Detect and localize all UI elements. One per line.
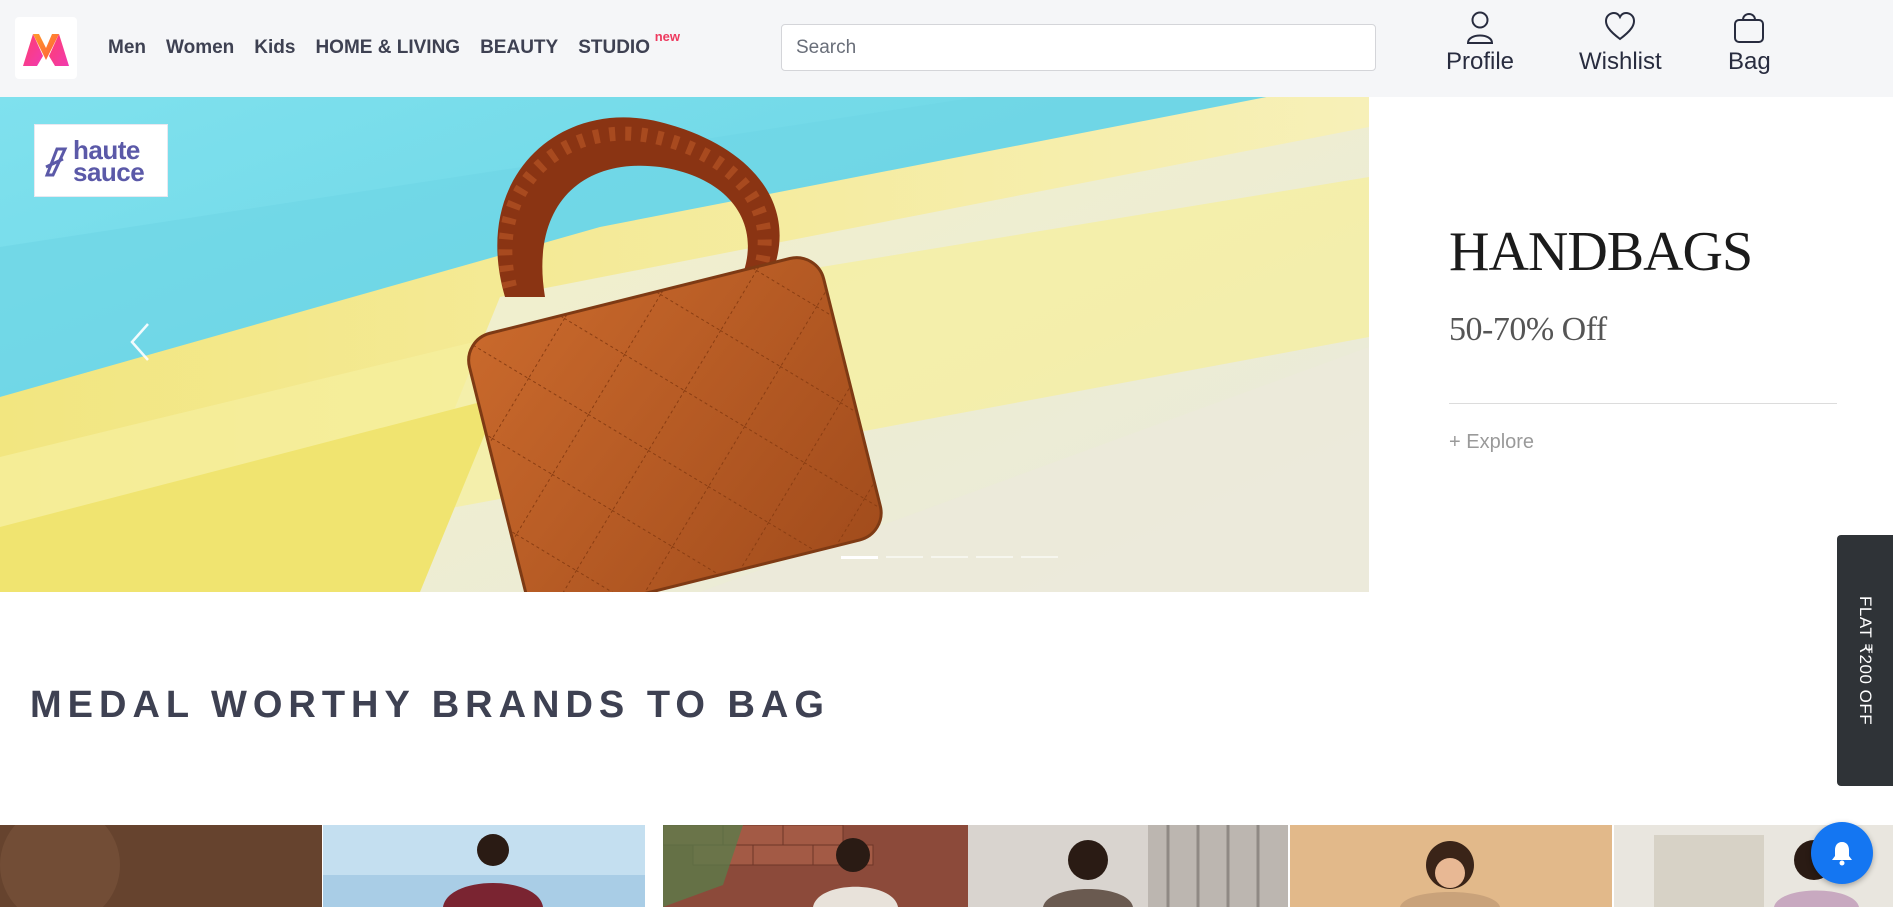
- brand-tile-image: [663, 825, 968, 907]
- banner-prev-arrow[interactable]: [128, 321, 152, 368]
- nav-home-living[interactable]: HOME & LIVING: [315, 37, 460, 59]
- brand-tile-image: [968, 825, 1288, 907]
- wishlist-button[interactable]: Wishlist: [1579, 10, 1662, 76]
- brand-tile-image: [323, 825, 645, 907]
- brand-tile[interactable]: [663, 825, 968, 907]
- nav-kids[interactable]: Kids: [254, 37, 295, 59]
- search-input[interactable]: [781, 24, 1376, 71]
- section-heading: MEDAL WORTHY BRANDS TO BAG: [30, 684, 830, 726]
- nav-studio[interactable]: STUDIO new: [578, 29, 680, 59]
- top-header: Men Women Kids HOME & LIVING BEAUTY STUD…: [0, 0, 1893, 97]
- brand-logo: haute sauce: [34, 124, 168, 197]
- profile-icon: [1467, 11, 1494, 44]
- hero-banner[interactable]: haute sauce: [0, 97, 1369, 592]
- handbag-banner-image: [0, 97, 1369, 592]
- explore-link[interactable]: + Explore: [1449, 431, 1534, 454]
- bag-button[interactable]: Bag: [1728, 10, 1771, 76]
- wishlist-label: Wishlist: [1579, 48, 1662, 75]
- bag-label: Bag: [1728, 48, 1771, 75]
- carousel-dot[interactable]: [886, 556, 923, 558]
- carousel-dot[interactable]: [976, 556, 1013, 558]
- notification-bell-button[interactable]: [1811, 822, 1873, 884]
- heart-icon: [1605, 11, 1636, 41]
- brand-tile-image: [1290, 825, 1612, 907]
- brand-tile[interactable]: [323, 825, 645, 907]
- promo-offer: 50-70% Off: [1449, 311, 1607, 348]
- brand-tile[interactable]: [0, 825, 322, 907]
- bell-icon: [1832, 842, 1852, 866]
- nav-beauty[interactable]: BEAUTY: [480, 37, 558, 59]
- brand-mark-icon: [44, 147, 68, 177]
- main-nav: Men Women Kids HOME & LIVING BEAUTY STUD…: [108, 29, 680, 59]
- brand-tile[interactable]: [968, 825, 1288, 907]
- profile-label: Profile: [1446, 48, 1515, 75]
- nav-men[interactable]: Men: [108, 37, 146, 59]
- side-tab-label: FLAT ₹200 OFF: [1856, 595, 1875, 726]
- profile-button[interactable]: Profile: [1446, 10, 1514, 76]
- brand-tile-image: [0, 825, 322, 907]
- chevron-left-icon: [130, 323, 149, 361]
- carousel-dots: [841, 556, 1058, 559]
- nav-women[interactable]: Women: [166, 37, 234, 59]
- bag-icon: [1734, 13, 1765, 43]
- promo-divider: [1449, 403, 1837, 404]
- new-badge: new: [654, 29, 680, 44]
- carousel-dot[interactable]: [1021, 556, 1058, 558]
- brand-tile[interactable]: [1290, 825, 1612, 907]
- flat-off-side-tab[interactable]: FLAT ₹200 OFF: [1837, 535, 1893, 786]
- carousel-dot[interactable]: [841, 556, 878, 559]
- promo-title: HANDBAGS: [1449, 221, 1753, 283]
- myntra-logo[interactable]: [15, 17, 77, 79]
- myntra-logo-icon: [23, 34, 69, 66]
- carousel-dot[interactable]: [931, 556, 968, 558]
